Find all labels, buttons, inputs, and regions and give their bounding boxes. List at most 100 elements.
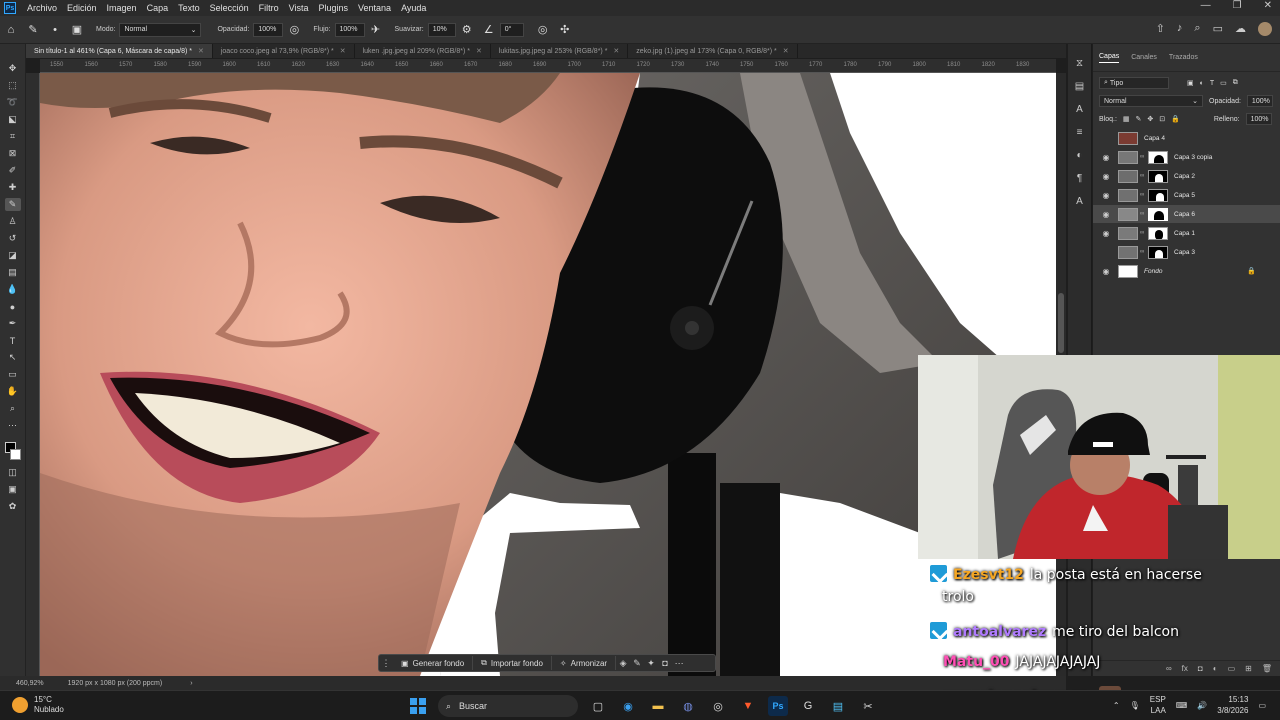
scrollbar-thumb[interactable] (1058, 293, 1064, 353)
layer-mask-thumbnail[interactable] (1148, 150, 1168, 164)
menu-imagen[interactable]: Imagen (102, 3, 142, 13)
angle-input[interactable]: 0° (499, 22, 524, 37)
generate-background-button[interactable]: ▣ Generar fondo (393, 656, 474, 670)
filter-smart-icon[interactable]: ⧉ (1233, 79, 1238, 87)
healing-brush-icon[interactable]: ✚ (5, 181, 21, 194)
object-select-icon[interactable]: ⬕ (5, 113, 21, 126)
layer-row-capa-2[interactable]: ◉ ∞ Capa 2 (1093, 167, 1280, 185)
filter-adjust-icon[interactable]: ◐ (1200, 80, 1204, 87)
vertical-ruler[interactable] (26, 73, 40, 676)
volume-icon[interactable]: 🔊 (1197, 701, 1207, 710)
link-icon[interactable]: ∞ (1140, 211, 1146, 217)
history-icon[interactable]: ⧖ (1073, 56, 1087, 70)
search-icon[interactable]: ⌕ (1194, 22, 1200, 36)
menu-texto[interactable]: Texto (173, 3, 205, 13)
layer-mask-thumbnail[interactable] (1148, 245, 1168, 259)
brush-icon[interactable]: ✎ (630, 658, 644, 669)
close-icon[interactable]: ✕ (613, 47, 619, 55)
eraser-icon[interactable]: ◪ (5, 249, 21, 262)
discord-icon[interactable]: ◍ (678, 696, 698, 716)
layer-name[interactable]: Capa 3 copia (1174, 154, 1212, 161)
share-icon[interactable]: ⇧ (1156, 22, 1165, 36)
properties-icon[interactable]: ◐ (1073, 148, 1087, 162)
close-icon[interactable]: ✕ (198, 47, 204, 55)
layer-mask-thumbnail[interactable] (1148, 188, 1168, 202)
taskbar-search[interactable]: ⌕ Buscar (438, 695, 578, 717)
marquee-tool-icon[interactable]: ⬚ (5, 79, 21, 92)
pressure-size-icon[interactable]: ◎ (536, 23, 550, 37)
crop-tool-icon[interactable]: ⌗ (5, 130, 21, 143)
link-icon[interactable]: ∞ (1140, 249, 1146, 255)
fill-input[interactable]: 100% (1245, 113, 1272, 125)
tab-zeko[interactable]: zeko.jpg (1).jpeg al 173% (Capa 0, RGB/8… (628, 44, 798, 58)
link-icon[interactable]: ∞ (1140, 192, 1146, 198)
layer-mask-thumbnail[interactable] (1148, 207, 1168, 221)
menu-edicion[interactable]: Edición (62, 3, 102, 13)
link-icon[interactable]: ∞ (1140, 173, 1146, 179)
layer-row-capa-3[interactable]: ∞ Capa 3 (1093, 243, 1280, 261)
logitech-icon[interactable]: G (798, 696, 818, 716)
harmonize-button[interactable]: ✧ Armonizar (552, 656, 617, 670)
weather-widget[interactable]: 15°C Nublado (12, 695, 64, 715)
document-canvas[interactable] (40, 73, 1056, 676)
tab-canales[interactable]: Canales (1131, 54, 1157, 61)
eye-icon[interactable]: ◉ (1100, 172, 1112, 181)
file-explorer-icon[interactable]: ▬ (648, 696, 668, 716)
layer-name[interactable]: Capa 5 (1174, 192, 1195, 199)
menu-capa[interactable]: Capa (142, 3, 174, 13)
menu-filtro[interactable]: Filtro (254, 3, 284, 13)
obs-icon[interactable]: ◎ (708, 696, 728, 716)
close-icon[interactable]: ✕ (476, 47, 482, 55)
flow-input[interactable]: 100% (334, 22, 365, 37)
brush-tool-icon[interactable]: ✎ (4, 198, 21, 211)
eyedropper-icon[interactable]: ✐ (5, 164, 21, 177)
more-tools-icon[interactable]: ⋯ (5, 419, 21, 432)
zoom-level[interactable]: 460,92% (16, 680, 44, 687)
task-view-icon[interactable]: ▢ (588, 696, 608, 716)
mask-icon[interactable]: ◘ (658, 658, 672, 668)
brave-icon[interactable]: ▼ (738, 696, 758, 716)
history-brush-icon[interactable]: ↺ (5, 232, 21, 245)
menu-vista[interactable]: Vista (284, 3, 314, 13)
close-icon[interactable]: ✕ (340, 47, 346, 55)
chevron-up-icon[interactable]: ⌃ (1113, 701, 1120, 710)
zoom-tool-icon[interactable]: ⌕ (5, 402, 21, 415)
notifications-icon[interactable]: ▭ (1258, 701, 1266, 710)
eye-icon[interactable]: ◉ (1100, 191, 1112, 200)
pressure-opacity-icon[interactable]: ◎ (287, 23, 301, 37)
lasso-tool-icon[interactable]: ➰ (5, 96, 21, 109)
opacity-input[interactable]: 100% (253, 22, 284, 37)
drag-handle-icon[interactable]: ⋮ (379, 658, 393, 669)
link-icon[interactable]: ∞ (1140, 154, 1146, 160)
tab-luken[interactable]: luken .jpg.jpeg al 209% (RGB/8*) * ✕ (355, 44, 491, 58)
eye-icon[interactable]: ◉ (1100, 210, 1112, 219)
symmetry-icon[interactable]: ✣ (558, 23, 572, 37)
pen-tool-icon[interactable]: ✒ (5, 317, 21, 330)
snipping-tool-icon[interactable]: ✂ (858, 696, 878, 716)
layer-row-capa-5[interactable]: ◉ ∞ Capa 5 (1093, 186, 1280, 204)
layer-row-capa-1[interactable]: ◉ ∞ Capa 1 (1093, 224, 1280, 242)
layer-row-capa-3-copia[interactable]: ◉ ∞ Capa 3 copia (1093, 148, 1280, 166)
layer-row-capa-4[interactable]: Capa 4 (1093, 129, 1280, 147)
edge-icon[interactable]: ◉ (618, 696, 638, 716)
layer-row-fondo[interactable]: ◉ Fondo 🔒 (1093, 262, 1280, 280)
color-swatches[interactable] (4, 442, 21, 462)
layer-name[interactable]: Capa 4 (1144, 135, 1165, 142)
layer-name[interactable]: Capa 2 (1174, 173, 1195, 180)
type-tool-icon[interactable]: T (5, 334, 21, 347)
tab-lukitas[interactable]: lukitas.jpg.jpeg al 253% (RGB/8*) * ✕ (491, 44, 629, 58)
comments-icon[interactable]: ▤ (1073, 79, 1087, 93)
filter-type-icon[interactable]: T (1210, 80, 1214, 87)
lock-paint-icon[interactable]: ✎ (1136, 115, 1142, 123)
brush-tool-icon[interactable]: ✎ (26, 23, 40, 37)
hand-tool-icon[interactable]: ✋ (5, 385, 21, 398)
import-background-button[interactable]: ⧉ Importar fondo (473, 656, 552, 670)
rectangle-tool-icon[interactable]: ▭ (5, 368, 21, 381)
maximize-icon[interactable]: ❐ (1233, 0, 1242, 11)
clock[interactable]: 15:13 3/8/2026 (1217, 694, 1248, 716)
network-icon[interactable]: ⌨ (1176, 701, 1188, 710)
tab-joaco-coco[interactable]: joaco coco.jpeg al 73,9% (RGB/8*) * ✕ (213, 44, 355, 58)
menu-seleccion[interactable]: Selección (205, 3, 254, 13)
airbrush-icon[interactable]: ✈ (369, 23, 383, 37)
brush-settings-icon[interactable]: ▣ (70, 23, 84, 37)
